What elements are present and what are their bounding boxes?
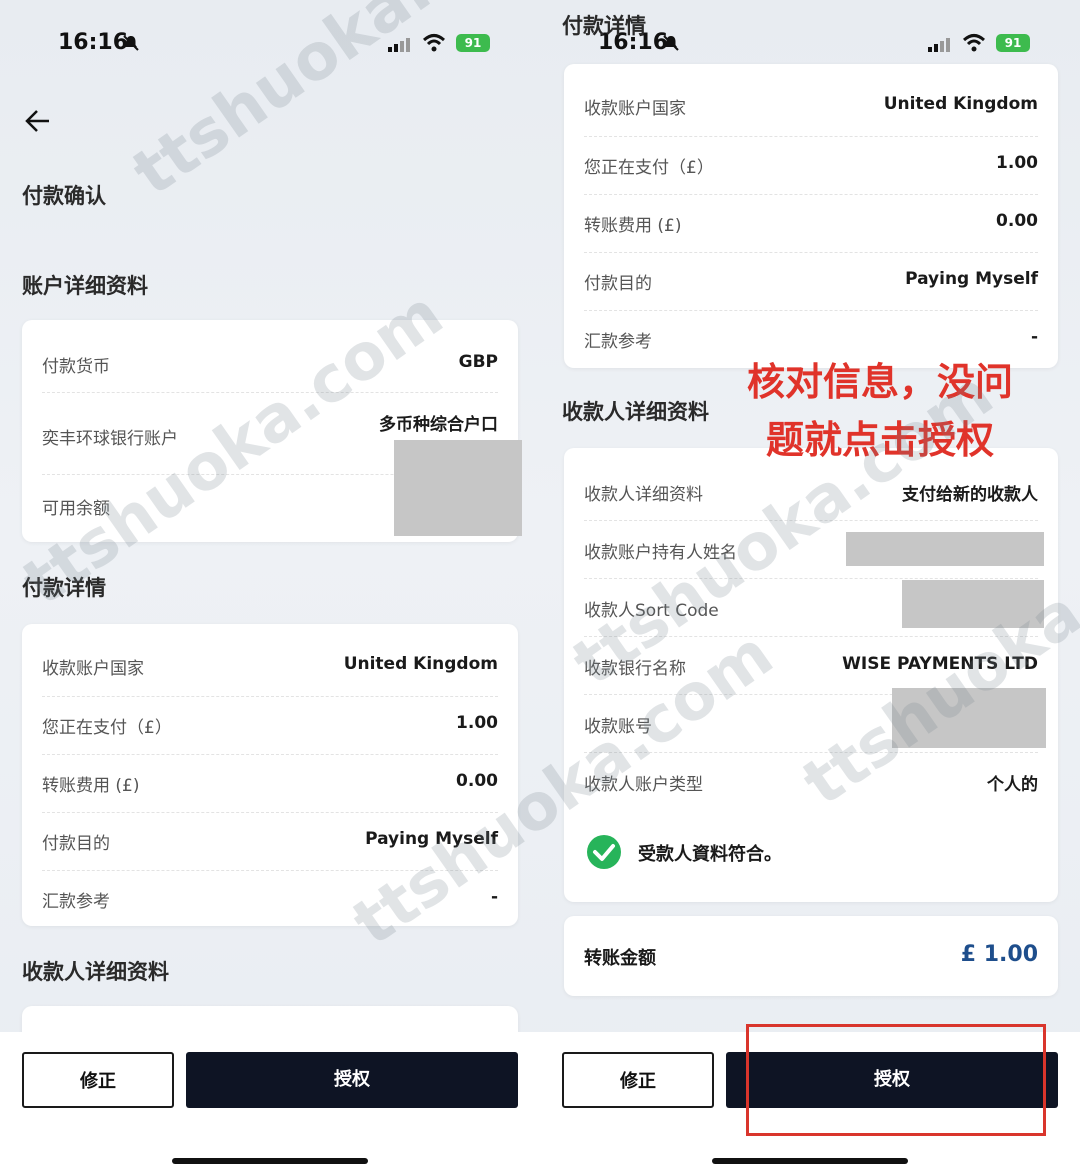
payment-row-fee: 转账费用 (£) 0.00 bbox=[584, 194, 1038, 253]
payment-details-card: 收款账户国家 United Kingdom 您正在支付（£） 1.00 转账费用… bbox=[564, 64, 1058, 368]
scrolled-section-title: 付款详情 bbox=[562, 14, 646, 38]
payee-section-title: 收款人详细资料 bbox=[562, 400, 709, 424]
action-footer: 修正 授权 bbox=[0, 1032, 540, 1174]
redacted-holder-name bbox=[846, 532, 1044, 566]
payment-row-purpose: 付款目的 Paying Myself bbox=[42, 812, 498, 871]
transfer-amount-value: £ 1.00 bbox=[960, 942, 1038, 967]
status-bar: 16:16 91 bbox=[0, 26, 540, 62]
payee-row-account-type: 收款人账户类型 个人的 bbox=[584, 775, 1038, 795]
payee-section-title: 收款人详细资料 bbox=[22, 960, 169, 984]
amend-button[interactable]: 修正 bbox=[562, 1052, 714, 1108]
annotation-line-2: 题就点击授权 bbox=[765, 418, 994, 462]
payment-details-card: 收款账户国家 United Kingdom 您正在支付（£） 1.00 转账费用… bbox=[22, 624, 518, 926]
wifi-icon bbox=[422, 34, 446, 52]
payee-details-card: 收款人详细资料 支付给新的收款人 收款账户持有人姓名 收款人Sort Code … bbox=[564, 448, 1058, 902]
right-screen: 16:16 91 付款详情 收款账户国家 United Kingdom 您正在支… bbox=[540, 0, 1080, 1174]
home-indicator[interactable] bbox=[712, 1158, 908, 1164]
payment-row-country: 收款账户国家 United Kingdom bbox=[42, 624, 498, 697]
account-section-title: 账户详细资料 bbox=[22, 274, 148, 298]
cellular-signal-icon bbox=[388, 38, 410, 52]
bell-muted-icon bbox=[663, 35, 679, 51]
redacted-sort-code bbox=[902, 580, 1044, 628]
bell-muted-icon bbox=[123, 35, 139, 51]
redacted-account-number bbox=[892, 688, 1046, 748]
authorize-highlight-box bbox=[746, 1024, 1046, 1136]
home-indicator[interactable] bbox=[172, 1158, 368, 1164]
wifi-icon bbox=[962, 34, 986, 52]
payee-row-bank-name: 收款银行名称 WISE PAYMENTS LTD bbox=[584, 636, 1038, 695]
payee-verified-text: 受款人資料符合。 bbox=[638, 844, 782, 865]
authorize-button[interactable]: 授权 bbox=[186, 1052, 518, 1108]
payment-row-reference: 汇款参考 - bbox=[42, 887, 498, 912]
transfer-amount-label: 转账金额 bbox=[584, 948, 656, 969]
account-row-currency: 付款货币 GBP bbox=[42, 320, 498, 393]
payment-row-amount: 您正在支付（£） 1.00 bbox=[584, 136, 1038, 195]
page-title: 付款确认 bbox=[22, 184, 106, 208]
battery-indicator: 91 bbox=[456, 34, 490, 52]
payment-row-purpose: 付款目的 Paying Myself bbox=[584, 252, 1038, 311]
battery-indicator: 91 bbox=[996, 34, 1030, 52]
redacted-balance bbox=[394, 440, 522, 536]
amend-button[interactable]: 修正 bbox=[22, 1052, 174, 1108]
payment-row-country: 收款账户国家 United Kingdom bbox=[584, 64, 1038, 137]
payment-section-title: 付款详情 bbox=[22, 576, 106, 600]
payment-row-amount: 您正在支付（£） 1.00 bbox=[42, 696, 498, 755]
transfer-amount-card: 转账金额 £ 1.00 bbox=[564, 916, 1058, 996]
payment-row-fee: 转账费用 (£) 0.00 bbox=[42, 754, 498, 813]
cellular-signal-icon bbox=[928, 38, 950, 52]
left-screen: 16:16 91 付款确认 账户详细资料 付款货币 GBP 奕丰环球银行账户 多… bbox=[0, 0, 540, 1174]
account-details-card: 付款货币 GBP 奕丰环球银行账户 多币种综合户口 可用余额 bbox=[22, 320, 522, 542]
back-arrow-icon[interactable] bbox=[24, 108, 52, 134]
annotation-line-1: 核对信息，没问 bbox=[746, 360, 1013, 404]
status-time: 16:16 bbox=[58, 30, 129, 55]
verified-check-icon bbox=[587, 835, 621, 869]
